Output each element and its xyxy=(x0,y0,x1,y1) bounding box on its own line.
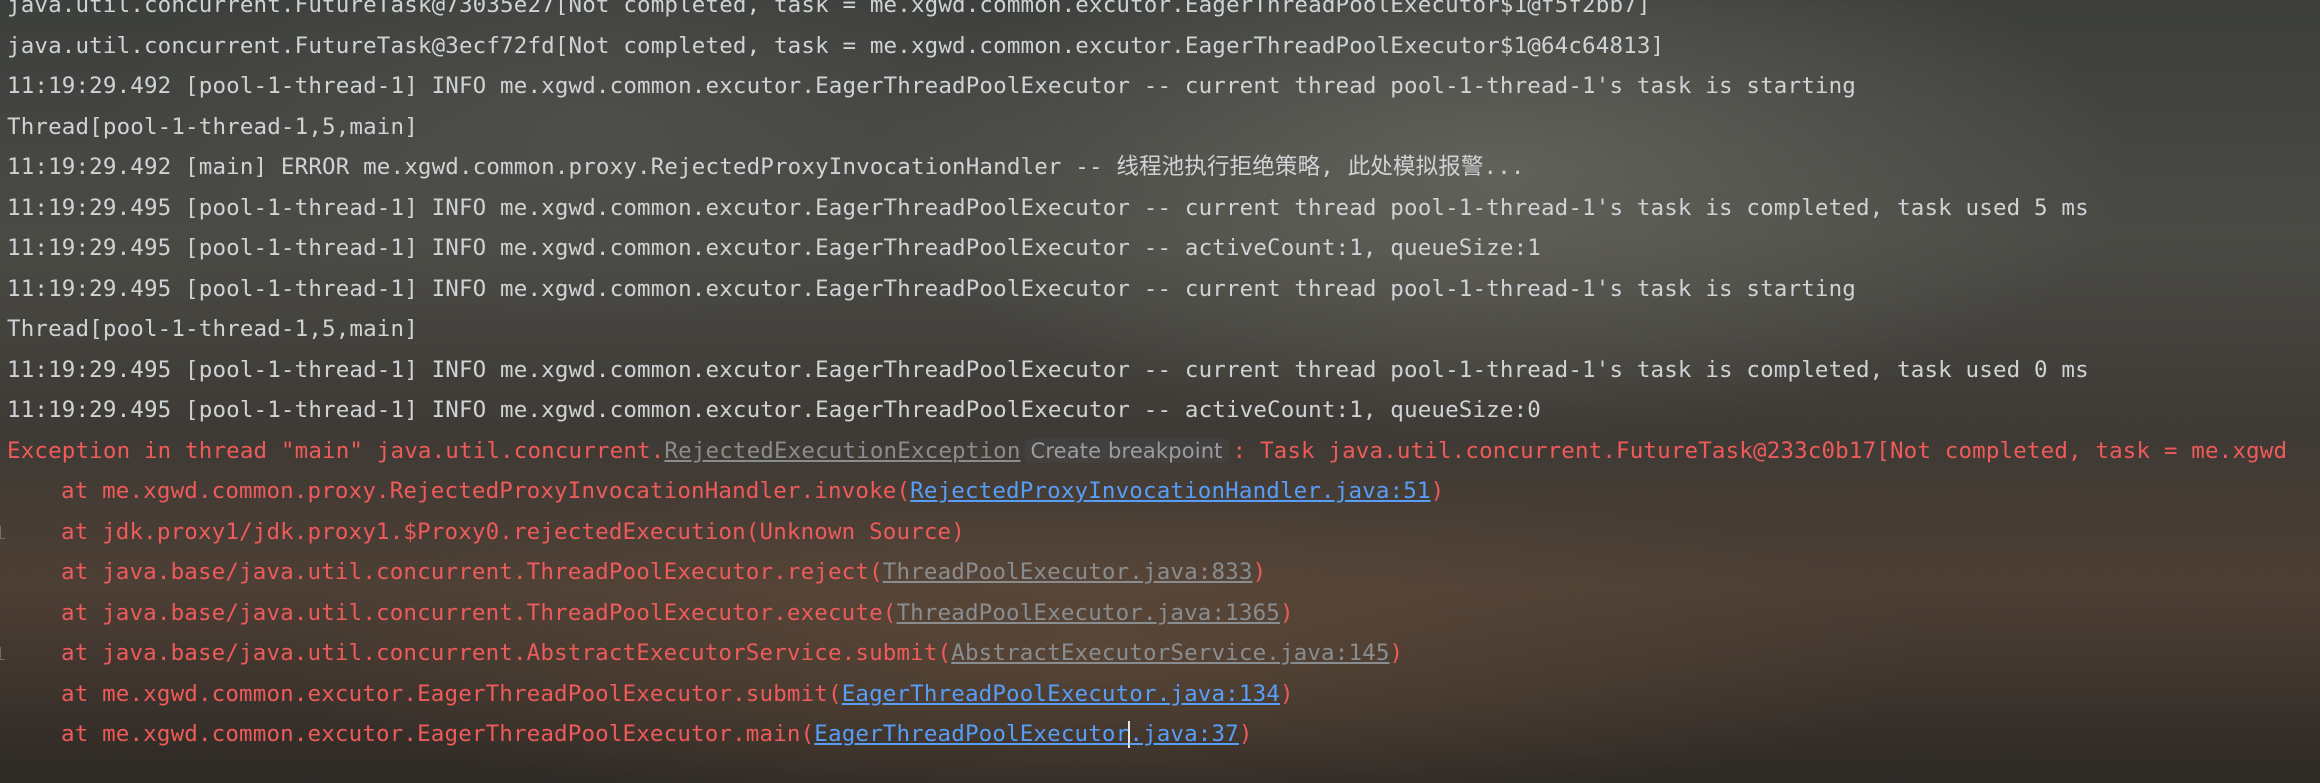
exception-prefix: Exception in thread "main" java.util.con… xyxy=(7,437,665,464)
stack-frame-close: ) xyxy=(1252,559,1267,585)
stack-frame: at java.base/java.util.concurrent.Thread… xyxy=(0,593,2320,634)
stack-frame-close: ) xyxy=(1279,680,1294,707)
console-line: 11:19:29.495 [pool-1-thread-1] INFO me.x… xyxy=(7,356,2089,383)
console-line: 11:19:29.495 [pool-1-thread-1] INFO me.x… xyxy=(7,235,1541,261)
stack-frame-text: at me.xgwd.common.excutor.EagerThreadPoo… xyxy=(61,680,842,707)
library-source-link[interactable]: ThreadPoolExecutor.java:833 xyxy=(883,559,1253,585)
console-line: java.util.concurrent.FutureTask@3ecf72fd… xyxy=(7,32,1665,59)
stack-frame-text: at java.base/java.util.concurrent.Thread… xyxy=(61,599,897,626)
stack-frame-text: at me.xgwd.common.excutor.EagerThreadPoo… xyxy=(61,721,815,747)
console-line: Thread[pool-1-thread-1,5,main] xyxy=(7,316,418,342)
stack-frame: at me.xgwd.common.excutor.EagerThreadPoo… xyxy=(0,714,2320,755)
console-line: Thread[pool-1-thread-1,5,main] xyxy=(7,113,418,140)
stack-frame: at me.xgwd.common.excutor.EagerThreadPoo… xyxy=(0,674,2320,715)
library-source-link[interactable]: AbstractExecutorService.java:145 xyxy=(951,640,1389,666)
console-line: java.util.concurrent.FutureTask@73035e27… xyxy=(7,0,1651,18)
source-link[interactable]: EagerThreadPoolExecutor.java:37 xyxy=(814,721,1239,748)
exception-line: Exception in thread "main" java.util.con… xyxy=(0,431,2320,472)
stack-frame-text: at jdk.proxy1/jdk.proxy1.$Proxy0.rejecte… xyxy=(61,518,965,545)
fold-marker-icon[interactable] xyxy=(0,647,5,660)
stack-frame-close: ) xyxy=(1389,640,1404,666)
exception-message: : Task java.util.concurrent.FutureTask@2… xyxy=(1232,437,2288,464)
run-console-output[interactable]: java.util.concurrent.FutureTask@73035e27… xyxy=(0,0,2320,783)
stack-frame: at java.base/java.util.concurrent.Abstra… xyxy=(0,633,2320,674)
stack-frame: at jdk.proxy1/jdk.proxy1.$Proxy0.rejecte… xyxy=(0,512,2320,553)
exception-class-link[interactable]: RejectedExecutionException xyxy=(664,438,1020,464)
fold-marker-icon[interactable] xyxy=(0,525,5,539)
console-line: 11:19:29.492 [pool-1-thread-1] INFO me.x… xyxy=(7,73,1856,99)
stack-frame-text: at me.xgwd.common.proxy.RejectedProxyInv… xyxy=(61,478,911,504)
stack-frame-text: at java.base/java.util.concurrent.Thread… xyxy=(61,559,883,585)
console-line: 11:19:29.495 [pool-1-thread-1] INFO me.x… xyxy=(7,194,2089,221)
stack-frame: at java.base/java.util.concurrent.Thread… xyxy=(0,552,2320,593)
source-link[interactable]: RejectedProxyInvocationHandler.java:51 xyxy=(910,478,1430,504)
console-line: 11:19:29.495 [pool-1-thread-1] INFO me.x… xyxy=(7,397,1541,423)
source-link[interactable]: EagerThreadPoolExecutor.java:134 xyxy=(842,681,1280,707)
stack-frame-close: ) xyxy=(1279,599,1294,626)
source-link-part[interactable]: .java:37 xyxy=(1129,721,1239,747)
console-line: 11:19:29.492 [main] ERROR me.xgwd.common… xyxy=(7,154,1525,180)
source-link-part[interactable]: EagerThreadPoolExecutor xyxy=(814,721,1129,747)
library-source-link[interactable]: ThreadPoolExecutor.java:1365 xyxy=(896,600,1280,626)
console-line: 11:19:29.495 [pool-1-thread-1] INFO me.x… xyxy=(7,275,1856,302)
stack-frame-text: at java.base/java.util.concurrent.Abstra… xyxy=(61,640,952,666)
stack-frame-close: ) xyxy=(1238,721,1253,747)
stack-frame: at me.xgwd.common.proxy.RejectedProxyInv… xyxy=(0,471,2320,512)
create-breakpoint-hint[interactable]: Create breakpoint xyxy=(1024,438,1229,463)
stack-frame-close: ) xyxy=(1430,478,1445,504)
